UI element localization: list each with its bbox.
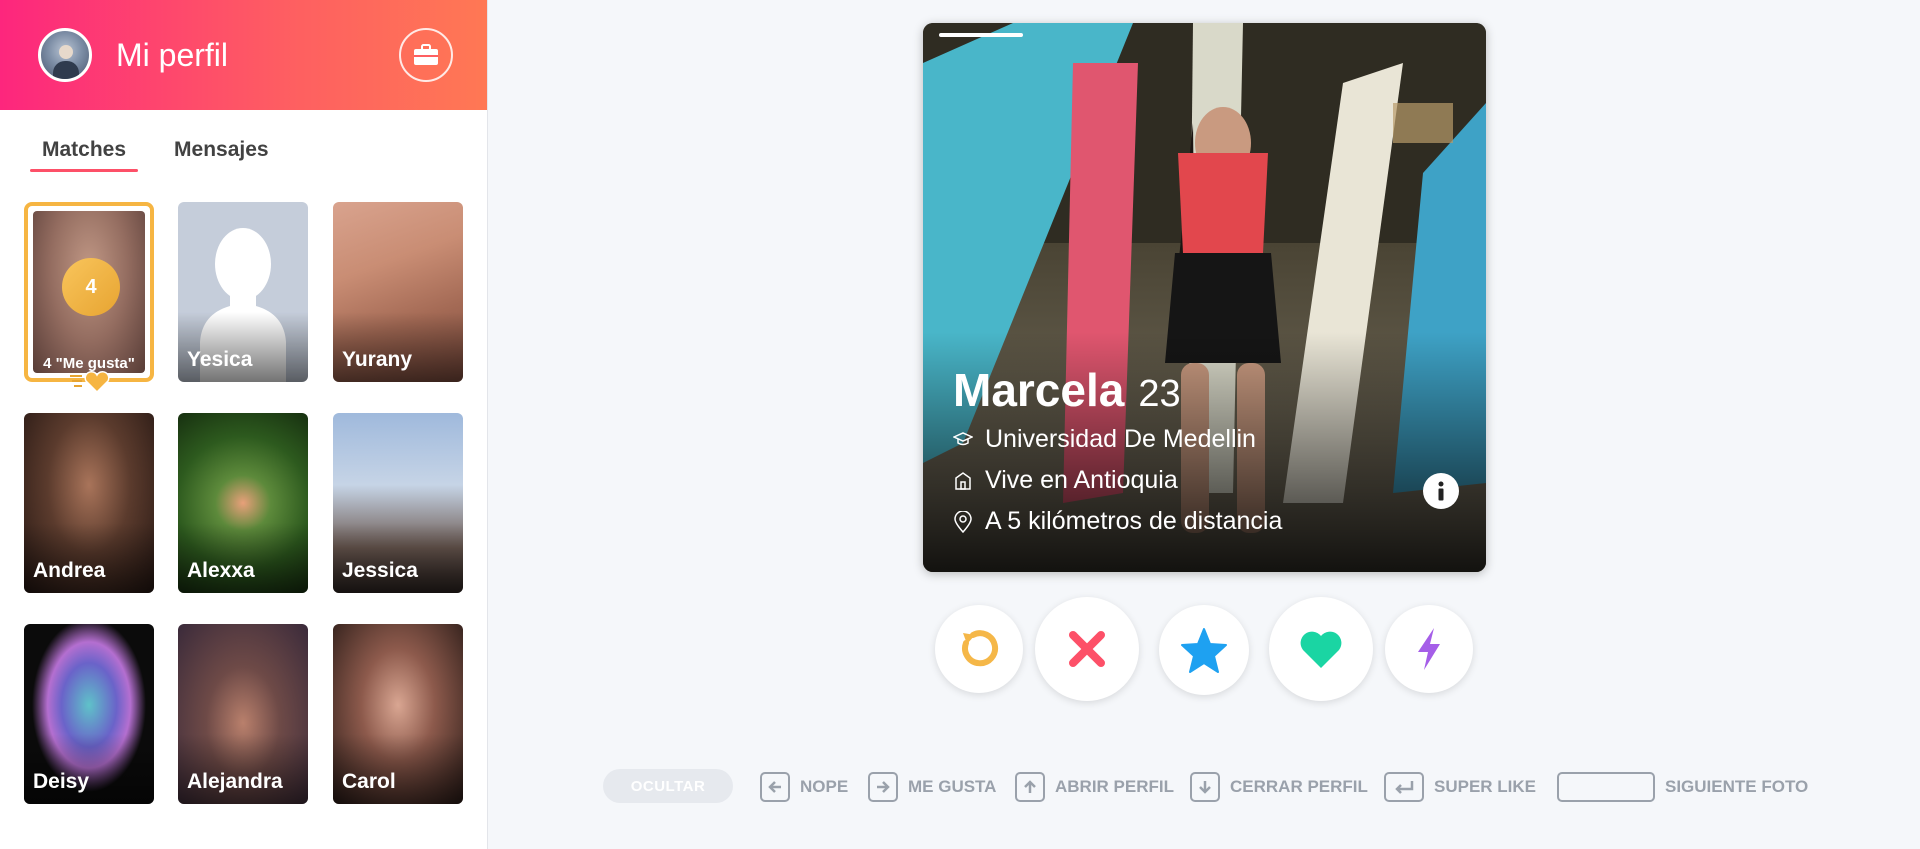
building-icon xyxy=(955,471,971,490)
nope-button[interactable] xyxy=(1035,597,1139,701)
right-arrow-key xyxy=(868,772,898,802)
tab-matches[interactable]: Matches xyxy=(30,138,139,172)
hint-superlike-label: SUPER LIKE xyxy=(1434,777,1537,796)
match-card-yesica[interactable]: Yesica xyxy=(178,202,308,382)
profile-lives: Vive en Antioquia xyxy=(985,466,1178,494)
info-icon xyxy=(1438,481,1444,501)
match-name: Andrea xyxy=(33,559,106,582)
briefcase-button[interactable] xyxy=(399,28,453,82)
match-name: Deisy xyxy=(33,770,90,793)
photo-progress-bar xyxy=(939,33,1023,37)
space-key xyxy=(1557,772,1655,802)
match-name: Jessica xyxy=(342,559,418,582)
profile-school-row: Universidad De Medellin xyxy=(953,425,1256,454)
match-card-andrea[interactable]: Andrea xyxy=(24,413,154,593)
hint-close-profile: CERRAR PERFIL xyxy=(1190,772,1368,802)
arrow-left-icon xyxy=(768,781,781,793)
hint-like: ME GUSTA xyxy=(868,772,996,802)
match-card-carol[interactable]: Carol xyxy=(333,624,463,804)
boost-button[interactable] xyxy=(1385,605,1473,693)
rewind-button[interactable] xyxy=(935,605,1023,693)
hint-like-label: ME GUSTA xyxy=(908,777,997,796)
star-icon xyxy=(1181,628,1227,673)
hint-next-photo: SIGUIENTE FOTO xyxy=(1557,772,1808,802)
rewind-icon xyxy=(962,630,999,667)
profile-distance-row: A 5 kilómetros de distancia xyxy=(953,507,1282,536)
tab-bar: Matches Mensajes xyxy=(0,110,487,172)
down-arrow-key xyxy=(1190,772,1220,802)
hint-nope-label: NOPE xyxy=(800,777,849,796)
profile-school: Universidad De Medellin xyxy=(985,425,1256,453)
profile-name-row: Marcela 23 xyxy=(953,363,1181,417)
gold-heart-icon xyxy=(70,371,110,394)
like-button[interactable] xyxy=(1269,597,1373,701)
likes-card[interactable]: 4 4 "Me gusta" xyxy=(24,202,154,382)
match-name: Yesica xyxy=(187,348,253,371)
profile-card[interactable]: Marcela 23 Universidad De Medellin Vive … xyxy=(923,23,1486,572)
enter-icon xyxy=(1395,781,1414,794)
profile-lives-row: Vive en Antioquia xyxy=(953,466,1178,495)
super-like-button[interactable] xyxy=(1159,605,1249,695)
hint-open-profile: ABRIR PERFIL xyxy=(1015,772,1174,802)
match-card-deisy[interactable]: Deisy xyxy=(24,624,154,804)
info-button[interactable] xyxy=(1423,473,1459,509)
close-icon xyxy=(1069,631,1105,667)
profile-name: Marcela xyxy=(953,364,1125,416)
hide-hints-button[interactable]: OCULTAR xyxy=(603,769,733,803)
match-name: Yurany xyxy=(342,348,413,371)
tab-messages[interactable]: Mensajes xyxy=(162,138,281,172)
sidebar-header: Mi perfil xyxy=(0,0,487,110)
location-pin-icon xyxy=(954,510,972,533)
profile-distance: A 5 kilómetros de distancia xyxy=(985,507,1283,535)
profile-age: 23 xyxy=(1138,373,1181,415)
page-title[interactable]: Mi perfil xyxy=(116,37,399,74)
graduation-cap-icon xyxy=(953,431,973,445)
hint-close-label: CERRAR PERFIL xyxy=(1230,777,1368,796)
up-arrow-key xyxy=(1015,772,1045,802)
briefcase-icon xyxy=(414,44,438,65)
sidebar: Mi perfil Matches Mensajes 4 4 "Me gusta… xyxy=(0,0,488,849)
enter-key xyxy=(1384,772,1424,802)
hint-nope: NOPE xyxy=(760,772,848,802)
match-name: Alexxa xyxy=(187,559,255,582)
heart-icon xyxy=(1300,631,1342,668)
arrow-right-icon xyxy=(877,781,890,793)
avatar[interactable] xyxy=(38,28,92,82)
lightning-icon xyxy=(1418,628,1440,670)
left-arrow-key xyxy=(760,772,790,802)
match-card-yurany[interactable]: Yurany xyxy=(333,202,463,382)
hint-next-label: SIGUIENTE FOTO xyxy=(1665,777,1809,796)
likes-count-badge: 4 xyxy=(62,258,120,316)
match-card-alexxa[interactable]: Alexxa xyxy=(178,413,308,593)
match-name: Carol xyxy=(342,770,396,793)
arrow-up-icon xyxy=(1024,780,1036,793)
arrow-down-icon xyxy=(1199,781,1211,794)
hint-open-label: ABRIR PERFIL xyxy=(1055,777,1174,796)
hint-super-like: SUPER LIKE xyxy=(1384,772,1536,802)
match-name: Alejandra xyxy=(187,770,283,793)
match-card-alejandra[interactable]: Alejandra xyxy=(178,624,308,804)
match-card-jessica[interactable]: Jessica xyxy=(333,413,463,593)
